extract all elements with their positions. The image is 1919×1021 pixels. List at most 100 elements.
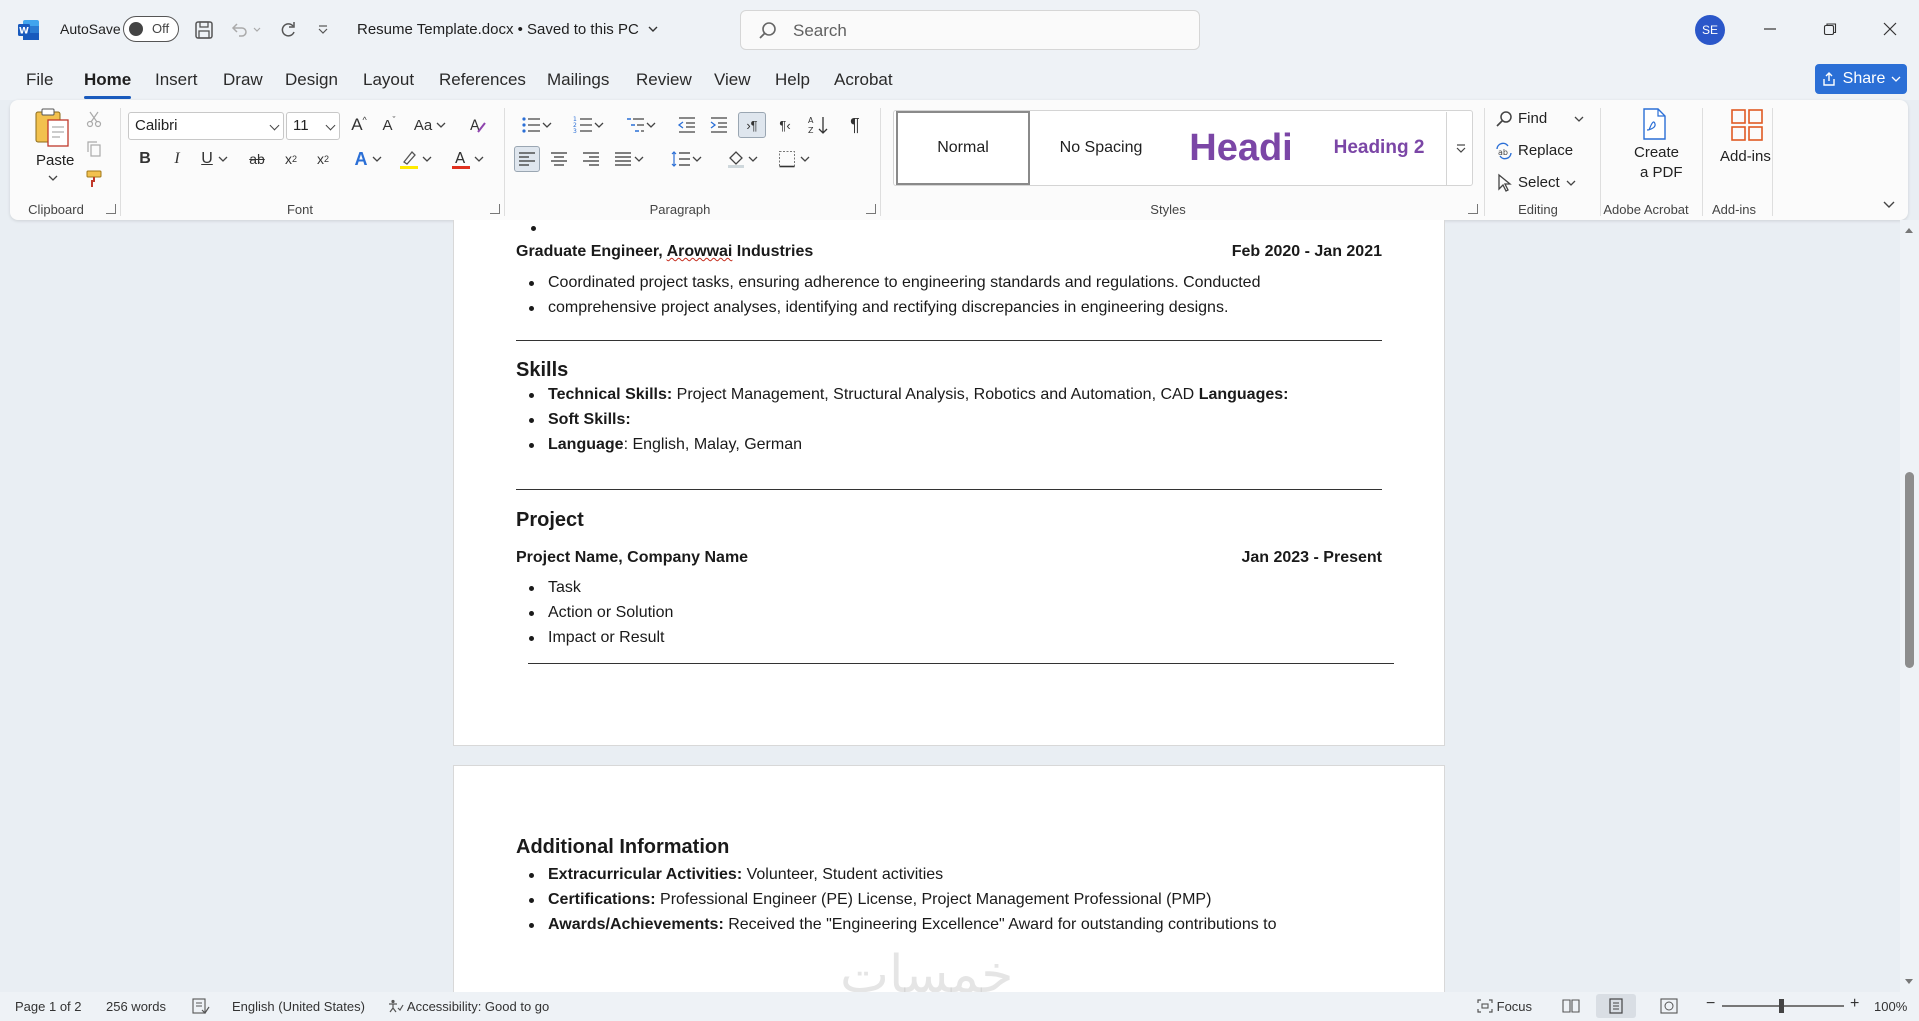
- show-formatting-marks-icon[interactable]: ¶: [842, 112, 868, 138]
- skills-technical[interactable]: Technical Skills: Project Management, St…: [548, 386, 1288, 404]
- experience-dates[interactable]: Feb 2020 - Jan 2021: [1232, 243, 1382, 261]
- format-painter-icon[interactable]: [81, 166, 107, 192]
- language-status[interactable]: English (United States): [232, 999, 365, 1014]
- styles-launcher-icon[interactable]: [1468, 204, 1478, 214]
- tab-review[interactable]: Review: [636, 70, 692, 90]
- underline-dropdown-icon[interactable]: [216, 146, 230, 172]
- clear-formatting-icon[interactable]: A: [465, 112, 491, 138]
- tab-insert[interactable]: Insert: [155, 70, 198, 90]
- select-button[interactable]: Select: [1494, 170, 1590, 196]
- experience-bullet-1[interactable]: Coordinated project tasks, ensuring adhe…: [548, 274, 1260, 292]
- share-button[interactable]: Share: [1815, 64, 1907, 94]
- project-dates[interactable]: Jan 2023 - Present: [1241, 549, 1382, 567]
- tab-home[interactable]: Home: [84, 70, 132, 99]
- customize-toolbar-icon[interactable]: [310, 17, 336, 43]
- undo-icon[interactable]: [226, 17, 252, 43]
- strikethrough-button[interactable]: ab: [244, 146, 270, 172]
- font-color-icon[interactable]: A: [448, 146, 474, 172]
- styles-more-button[interactable]: [1446, 112, 1474, 186]
- zoom-out-button[interactable]: −: [1706, 995, 1715, 1013]
- zoom-level[interactable]: 100%: [1874, 999, 1907, 1014]
- style-no-spacing[interactable]: No Spacing: [1034, 111, 1168, 185]
- tab-mailings[interactable]: Mailings: [547, 70, 609, 90]
- grow-font-icon[interactable]: A ^: [346, 112, 372, 138]
- highlight-color-icon[interactable]: [396, 146, 422, 172]
- chevron-down-icon[interactable]: [644, 112, 658, 138]
- autosave-toggle[interactable]: Off: [123, 16, 179, 42]
- ltr-direction-button[interactable]: ›¶: [738, 112, 766, 138]
- font-name-select[interactable]: Calibri: [128, 112, 284, 140]
- chevron-down-icon[interactable]: [632, 146, 646, 172]
- collapse-ribbon-icon[interactable]: [1882, 200, 1896, 210]
- chevron-down-icon[interactable]: [420, 146, 434, 172]
- sort-icon[interactable]: AZ: [806, 112, 832, 138]
- style-normal[interactable]: Normal: [896, 111, 1030, 185]
- project-title[interactable]: Project Name, Company Name: [516, 549, 748, 567]
- add-ins-button[interactable]: Add-ins: [1710, 106, 1786, 198]
- borders-icon[interactable]: [774, 146, 800, 172]
- clipboard-launcher-icon[interactable]: [106, 204, 116, 214]
- replace-button[interactable]: ab Replace: [1494, 138, 1590, 164]
- zoom-in-button[interactable]: +: [1850, 995, 1859, 1013]
- tab-design[interactable]: Design: [285, 70, 338, 90]
- save-icon[interactable]: [191, 17, 217, 43]
- tab-acrobat[interactable]: Acrobat: [834, 70, 893, 90]
- project-heading[interactable]: Project: [516, 509, 584, 532]
- experience-role[interactable]: Graduate Engineer, Arowwai Industries: [516, 243, 813, 261]
- tab-file[interactable]: File: [26, 70, 53, 90]
- search-input[interactable]: Search: [740, 10, 1200, 50]
- chevron-down-icon[interactable]: [798, 146, 812, 172]
- tab-references[interactable]: References: [439, 70, 526, 90]
- tab-draw[interactable]: Draw: [223, 70, 263, 90]
- redo-icon[interactable]: [275, 17, 301, 43]
- additional-awards[interactable]: Awards/Achievements: Received the "Engin…: [548, 916, 1277, 934]
- style-heading-1[interactable]: Headi: [1174, 111, 1308, 185]
- project-bullet-2[interactable]: Action or Solution: [548, 604, 673, 622]
- scroll-up-icon[interactable]: [1904, 226, 1914, 234]
- document-title[interactable]: Resume Template.docx • Saved to this PC: [357, 21, 659, 38]
- tab-layout[interactable]: Layout: [363, 70, 414, 90]
- chevron-down-icon[interactable]: [540, 112, 554, 138]
- scroll-down-icon[interactable]: [1904, 978, 1914, 986]
- scroll-thumb[interactable]: [1905, 472, 1914, 668]
- italic-button[interactable]: I: [164, 146, 190, 172]
- chevron-down-icon[interactable]: [690, 146, 704, 172]
- page-1[interactable]: Graduate Engineer, Arowwai Industries Fe…: [453, 220, 1445, 746]
- minimize-button[interactable]: [1750, 14, 1790, 44]
- align-right-button[interactable]: [578, 146, 604, 172]
- additional-extracurricular[interactable]: Extracurricular Activities: Volunteer, S…: [548, 866, 943, 884]
- web-layout-icon[interactable]: [1660, 998, 1678, 1014]
- font-size-select[interactable]: 11: [286, 112, 340, 140]
- copy-icon[interactable]: [81, 136, 107, 162]
- chevron-down-icon[interactable]: [370, 146, 384, 172]
- close-button[interactable]: [1870, 14, 1910, 44]
- zoom-slider-thumb[interactable]: [1779, 999, 1784, 1013]
- project-bullet-3[interactable]: Impact or Result: [548, 629, 664, 647]
- avatar[interactable]: SE: [1695, 15, 1725, 45]
- find-button[interactable]: Find: [1494, 106, 1590, 132]
- proofing-icon[interactable]: [192, 998, 210, 1014]
- vertical-scrollbar[interactable]: [1900, 220, 1919, 992]
- skills-heading[interactable]: Skills: [516, 359, 568, 382]
- chevron-down-icon[interactable]: [592, 112, 606, 138]
- additional-certifications[interactable]: Certifications: Professional Engineer (P…: [548, 891, 1211, 909]
- skills-soft[interactable]: Soft Skills:: [548, 411, 631, 429]
- superscript-button[interactable]: x2: [310, 146, 336, 172]
- bold-button[interactable]: B: [132, 146, 158, 172]
- create-pdf-button[interactable]: Create a PDF: [1614, 106, 1694, 198]
- word-count[interactable]: 256 words: [106, 999, 166, 1014]
- undo-dropdown-icon[interactable]: [250, 17, 264, 43]
- tab-help[interactable]: Help: [775, 70, 810, 90]
- shrink-font-icon[interactable]: Aˇ: [376, 112, 402, 138]
- subscript-button[interactable]: x2: [278, 146, 304, 172]
- align-left-button[interactable]: [514, 146, 540, 172]
- align-center-button[interactable]: [546, 146, 572, 172]
- chevron-down-icon[interactable]: [472, 146, 486, 172]
- paste-button[interactable]: Paste: [32, 106, 76, 190]
- decrease-indent-icon[interactable]: [674, 112, 700, 138]
- chevron-down-icon[interactable]: [746, 146, 760, 172]
- page-count[interactable]: Page 1 of 2: [15, 999, 82, 1014]
- accessibility-status[interactable]: Accessibility: Good to go: [388, 999, 549, 1014]
- cut-icon[interactable]: [81, 106, 107, 132]
- print-layout-button[interactable]: [1596, 994, 1636, 1018]
